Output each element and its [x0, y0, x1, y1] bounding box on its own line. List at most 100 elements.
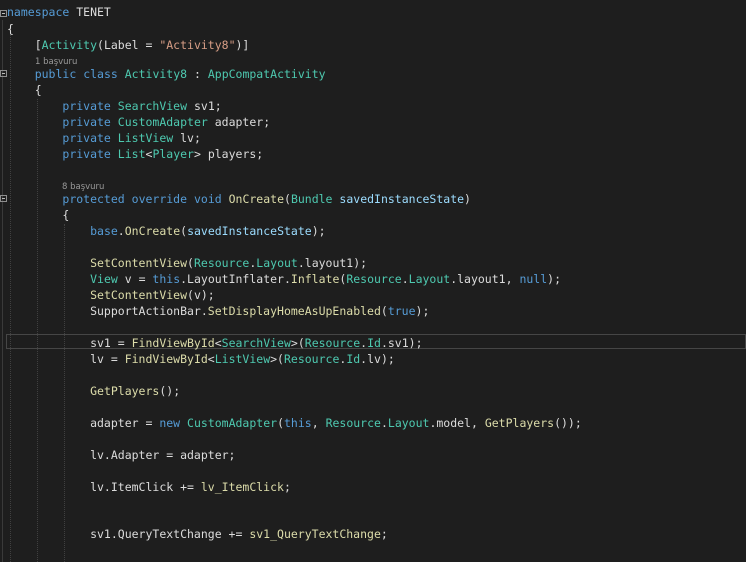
type-token: Resource [193, 256, 250, 270]
plain-token: : [187, 67, 208, 81]
code-line-find-sv1[interactable]: sv1 = FindViewById<SearchView>(Resource.… [0, 335, 746, 351]
plain-token: adapter = [7, 416, 160, 430]
keyword-token: true [387, 304, 416, 318]
plain-token: . [117, 224, 125, 238]
keyword-token: private [62, 99, 111, 113]
keyword-token: protected [62, 192, 125, 206]
keyword-token: private [62, 131, 111, 145]
code-line-namespace-open[interactable]: { [0, 21, 746, 37]
method-token: OnCreate [124, 224, 181, 238]
method-token: OnCreate [228, 192, 284, 206]
keyword-token: override [131, 192, 188, 206]
keyword-token: namespace [7, 5, 70, 19]
keyword-token: void [193, 192, 222, 206]
plain-token: SupportActionBar. [7, 304, 208, 318]
plain-token: .layout1); [297, 256, 368, 270]
plain-token: ; [283, 480, 291, 494]
method-token: SetContentView [90, 256, 188, 270]
method-token: SetDisplayHomeAsUpEnabled [207, 304, 381, 318]
plain-token: adapter; [207, 115, 271, 129]
plain-token: >( [270, 352, 284, 366]
type-token: Bundle [290, 192, 333, 206]
code-line-field-lv[interactable]: private ListView lv; [0, 130, 746, 146]
plain-token: (Label = [97, 38, 160, 52]
plain-token: [ [7, 38, 42, 52]
keyword-token: public [34, 67, 77, 81]
code-editor[interactable]: 1 başvuru 8 başvuru namespace TENET { [A… [0, 0, 746, 562]
type-token: Resource [346, 272, 402, 286]
plain-token: sv1; [187, 99, 222, 113]
plain-token: lv.Adapter = adapter; [7, 448, 236, 462]
code-line-actionbar[interactable]: SupportActionBar.SetDisplayHomeAsUpEnabl… [0, 303, 746, 319]
method-token: FindViewById [124, 352, 208, 366]
code-line-setcontentview-2[interactable]: SetContentView(v); [0, 287, 746, 303]
code-line-setcontentview-1[interactable]: SetContentView(Resource.Layout.layout1); [0, 255, 746, 271]
code-line-base-oncreate[interactable]: base.OnCreate(savedInstanceState); [0, 223, 746, 239]
code-line-class-decl[interactable]: public class Activity8 : AppCompatActivi… [0, 66, 746, 82]
plain-token: sv1 = [7, 336, 132, 350]
code-line-lv-itemclick[interactable]: lv.ItemClick += lv_ItemClick; [0, 479, 746, 495]
plain-token: .sv1); [380, 336, 423, 350]
method-token: sv1_QueryTextChange [249, 527, 381, 541]
type-token: Id [346, 352, 361, 366]
plain-token: ( [277, 416, 284, 430]
plain-token: lv; [173, 131, 201, 145]
plain-token: . [380, 416, 388, 430]
type-token: SearchView [221, 336, 291, 350]
plain-token: >( [290, 336, 305, 350]
code-line-field-players[interactable]: private List<Player> players; [0, 146, 746, 162]
plain-token: (v); [187, 288, 215, 302]
plain-token: > players; [193, 147, 264, 161]
plain-token: lv = [7, 352, 125, 366]
parameter-token: savedInstanceState [339, 192, 465, 206]
code-line-new-adapter[interactable]: adapter = new CustomAdapter(this, Resour… [0, 415, 746, 431]
type-token: ListView [117, 131, 174, 145]
code-line-lv-adapter[interactable]: lv.Adapter = adapter; [0, 447, 746, 463]
plain-token: ); [311, 224, 326, 238]
plain-token: ( [380, 304, 388, 318]
code-line-sv1-querytext[interactable]: sv1.QueryTextChange += sv1_QueryTextChan… [0, 526, 746, 542]
method-token: SetContentView [90, 288, 188, 302]
keyword-token: class [83, 67, 118, 81]
keyword-token: new [159, 416, 181, 430]
code-line-method-decl[interactable]: protected override void OnCreate(Bundle … [0, 191, 746, 207]
plain-token: .lv); [360, 352, 395, 366]
type-token: Activity8 [124, 67, 188, 81]
plain-token: ; [380, 527, 388, 541]
code-line-namespace-decl[interactable]: namespace TENET [0, 4, 746, 20]
plain-token: )] [235, 38, 250, 52]
keyword-token: private [62, 147, 111, 161]
type-token: ListView [214, 352, 271, 366]
string-token: "Activity8" [159, 38, 236, 52]
code-line-view-inflate[interactable]: View v = this.LayoutInflater.Inflate(Res… [0, 271, 746, 287]
code-line-find-lv[interactable]: lv = FindViewById<ListView>(Resource.Id.… [0, 351, 746, 367]
plain-token: .model, [429, 416, 485, 430]
method-token: GetPlayers [90, 384, 160, 398]
plain-token: ); [415, 304, 430, 318]
code-line-class-open[interactable]: { [0, 82, 746, 98]
code-line-field-sv1[interactable]: private SearchView sv1; [0, 98, 746, 114]
type-token: Resource [325, 416, 381, 430]
type-token: View [90, 272, 118, 286]
type-token: Layout [387, 416, 430, 430]
code-line-attribute[interactable]: [Activity(Label = "Activity8")] [0, 37, 746, 53]
plain-token: { [7, 22, 14, 36]
type-token: AppCompatActivity [207, 67, 326, 81]
type-token: Layout [256, 256, 298, 270]
code-line-getplayers[interactable]: GetPlayers(); [0, 383, 746, 399]
code-line-method-open[interactable]: { [0, 207, 746, 223]
plain-token: lv.ItemClick += [7, 480, 201, 494]
keyword-token: base [90, 224, 118, 238]
type-token: SearchView [117, 99, 188, 113]
keyword-token: this [284, 416, 312, 430]
type-token: Activity [41, 38, 98, 52]
code-line-field-adapter[interactable]: private CustomAdapter adapter; [0, 114, 746, 130]
